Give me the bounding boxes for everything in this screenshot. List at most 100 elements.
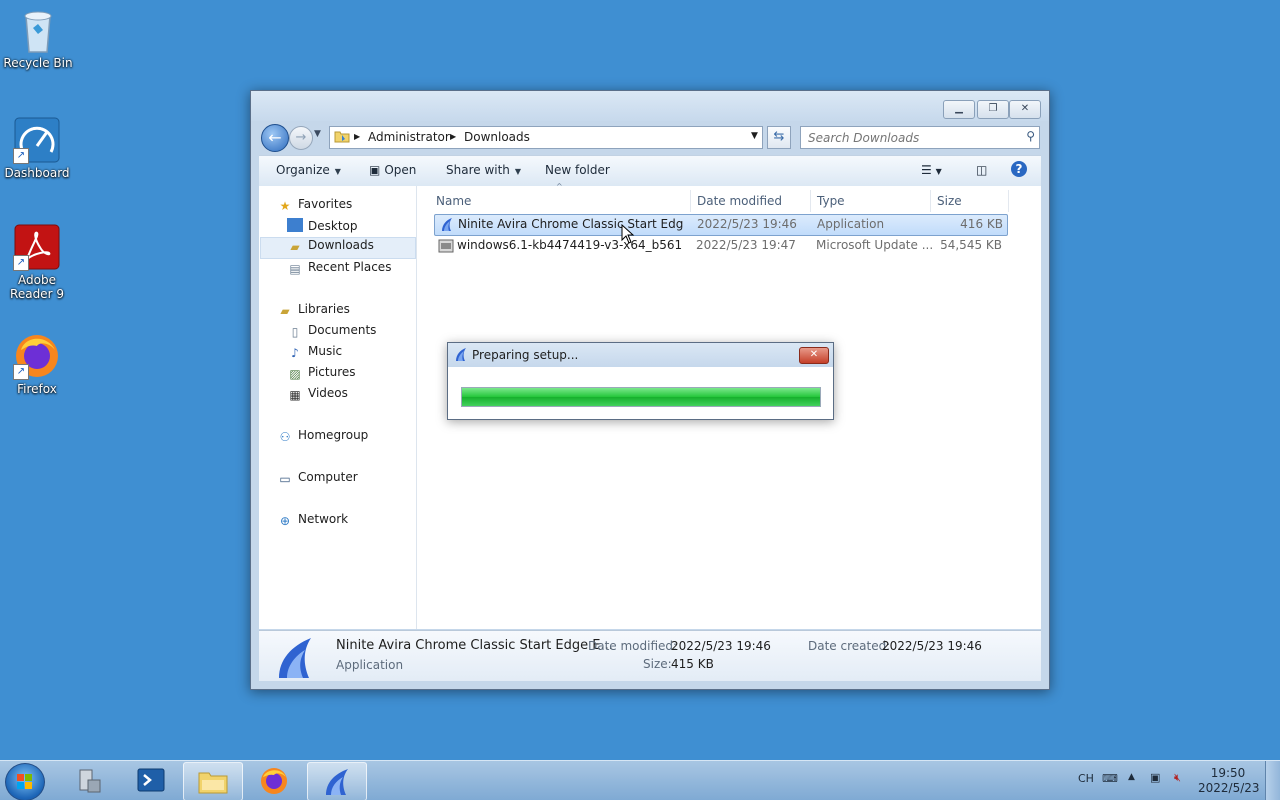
file-date: 2022/5/23 19:46 xyxy=(697,217,797,231)
desktop-icon-dashboard[interactable]: ↗ Dashboard xyxy=(0,116,75,180)
desktop-icon-label: Adobe Reader 9 xyxy=(10,273,64,301)
details-date-created: 2022/5/23 19:46 xyxy=(882,639,982,653)
show-desktop-button[interactable] xyxy=(1265,761,1280,800)
nav-desktop[interactable]: Desktop xyxy=(287,218,358,238)
nav-favorites[interactable]: ★ Favorites xyxy=(277,197,353,217)
share-with-label: Share with xyxy=(446,163,510,177)
file-row[interactable]: Ninite Avira Chrome Classic Start Edge E… xyxy=(434,214,1008,236)
forward-button[interactable]: → xyxy=(289,126,313,150)
taskbar-ninite-icon[interactable] xyxy=(307,762,367,800)
details-date-created-label: Date created: xyxy=(808,639,891,653)
taskbar-powershell-icon[interactable] xyxy=(122,762,180,799)
nav-homegroup[interactable]: ⚇ Homegroup xyxy=(277,428,369,448)
nav-pictures[interactable]: ▨ Pictures xyxy=(287,365,355,385)
ninite-app-icon xyxy=(453,347,469,366)
file-date: 2022/5/23 19:47 xyxy=(696,238,796,252)
preview-pane-icon[interactable]: ◫ xyxy=(976,163,987,177)
details-file-name: Ninite Avira Chrome Classic Start Edge E… xyxy=(336,638,613,653)
nav-network[interactable]: ⊕ Network xyxy=(277,512,348,532)
maximize-button[interactable]: ❐ xyxy=(977,100,1009,119)
system-clock[interactable]: 19:50 2022/5/23 xyxy=(1198,766,1260,796)
clock-time: 19:50 xyxy=(1210,766,1246,780)
desktop-icon-label: Firefox xyxy=(17,382,57,396)
window-titlebar[interactable]: ▁ ❐ ✕ xyxy=(251,91,1049,121)
nav-label: Desktop xyxy=(308,219,358,233)
pictures-icon: ▨ xyxy=(289,367,301,381)
taskbar: CH ⌨ ▲ ▣ 🔇︎ 19:50 2022/5/23 xyxy=(0,760,1280,800)
open-button[interactable]: ▣ Open xyxy=(369,163,416,177)
ninite-large-icon xyxy=(275,636,317,683)
view-options-icon[interactable]: ☰ ▼ xyxy=(921,163,942,177)
column-header-size[interactable]: Size xyxy=(937,194,962,208)
keyboard-icon[interactable]: ⌨ xyxy=(1102,772,1118,785)
nav-recent-places[interactable]: ▤ Recent Places xyxy=(287,260,391,280)
ninite-app-icon xyxy=(439,217,455,236)
new-folder-label: New folder xyxy=(545,163,610,177)
chevron-down-icon: ▼ xyxy=(334,167,341,176)
file-name: windows6.1-kb4474419-v3-x64_b5614c6c... xyxy=(457,238,682,252)
preparing-setup-dialog[interactable]: Preparing setup... ✕ xyxy=(447,342,834,420)
column-separator[interactable] xyxy=(690,190,691,212)
progress-fill xyxy=(462,388,820,406)
dialog-close-button[interactable]: ✕ xyxy=(799,347,829,364)
nav-computer[interactable]: ▭ Computer xyxy=(277,470,357,490)
back-button[interactable]: ← xyxy=(261,124,289,152)
nav-downloads[interactable]: ▰ Downloads xyxy=(260,237,416,259)
desktop-icon-recycle-bin[interactable]: Recycle Bin xyxy=(0,6,76,70)
details-pane: Ninite Avira Chrome Classic Start Edge E… xyxy=(259,630,1041,681)
dashboard-icon: ↗ xyxy=(13,116,61,164)
input-language-indicator[interactable]: CH xyxy=(1078,772,1094,785)
help-icon[interactable]: ? xyxy=(1011,161,1027,177)
adobe-reader-icon: ↗ xyxy=(13,223,61,271)
column-separator[interactable] xyxy=(810,190,811,212)
share-with-button[interactable]: Share with ▼ xyxy=(446,163,521,177)
file-type: Microsoft Update ... xyxy=(816,238,934,252)
nav-label: Libraries xyxy=(298,302,350,316)
nav-music[interactable]: ♪ Music xyxy=(287,344,342,364)
network-status-icon[interactable]: ▣ xyxy=(1150,771,1160,784)
address-bar[interactable]: ▶ Administrator ▶ Downloads ▼ xyxy=(329,126,763,149)
column-header-date-modified[interactable]: Date modified xyxy=(697,194,782,208)
taskbar-server-manager-icon[interactable] xyxy=(60,762,118,799)
nav-libraries[interactable]: ▰ Libraries xyxy=(277,302,350,322)
dialog-title: Preparing setup... xyxy=(472,348,579,362)
taskbar-explorer-icon[interactable] xyxy=(183,762,243,800)
volume-muted-icon[interactable]: 🔇︎ xyxy=(1174,771,1181,785)
breadcrumb-separator-icon: ▶ xyxy=(354,132,361,141)
search-box[interactable]: ⚲ xyxy=(800,126,1040,149)
taskbar-firefox-icon[interactable] xyxy=(245,762,303,799)
column-separator[interactable] xyxy=(1008,190,1009,212)
address-dropdown-icon[interactable]: ▼ xyxy=(751,131,758,141)
organize-button[interactable]: Organize ▼ xyxy=(276,163,341,177)
desktop-icon-firefox[interactable]: ↗ Firefox xyxy=(0,332,75,396)
show-hidden-icons-icon[interactable]: ▲ xyxy=(1128,772,1135,782)
minimize-button[interactable]: ▁ xyxy=(943,100,975,119)
file-row[interactable]: windows6.1-kb4474419-v3-x64_b5614c6c... … xyxy=(434,236,1006,256)
column-separator[interactable] xyxy=(930,190,931,212)
breadcrumb-administrator[interactable]: Administrator xyxy=(368,130,450,144)
command-bar: Organize ▼ ▣ Open Share with ▼ New folder ☰… xyxy=(259,155,1041,187)
sort-indicator-icon: ^ xyxy=(556,182,563,191)
new-folder-button[interactable]: New folder xyxy=(545,163,610,177)
refresh-button[interactable]: ⇆ xyxy=(767,126,791,149)
search-input[interactable] xyxy=(806,129,1020,147)
search-icon[interactable]: ⚲ xyxy=(1026,129,1035,143)
dialog-titlebar[interactable]: Preparing setup... ✕ xyxy=(448,343,833,367)
desktop-icon xyxy=(287,218,303,232)
nav-videos[interactable]: ▦ Videos xyxy=(287,386,348,406)
file-type: Application xyxy=(817,217,885,231)
column-header-name[interactable]: Name xyxy=(436,194,471,208)
nav-documents[interactable]: ▯ Documents xyxy=(287,323,377,343)
details-size: 415 KB xyxy=(671,657,714,671)
organize-label: Organize xyxy=(276,163,330,177)
breadcrumb-downloads[interactable]: Downloads xyxy=(464,130,530,144)
recent-pages-dropdown[interactable]: ▼ xyxy=(314,129,321,139)
column-header-type[interactable]: Type xyxy=(817,194,845,208)
shortcut-arrow-icon: ↗ xyxy=(13,364,29,380)
desktop-icon-adobe-reader[interactable]: ↗ Adobe Reader 9 xyxy=(0,223,75,301)
shortcut-arrow-icon: ↗ xyxy=(13,148,29,164)
close-button[interactable]: ✕ xyxy=(1009,100,1041,119)
navigation-pane: ★ Favorites Desktop ▰ Downloads ▤ Recent Pl… xyxy=(259,186,417,629)
nav-label: Downloads xyxy=(308,238,374,252)
start-button[interactable] xyxy=(5,763,45,800)
